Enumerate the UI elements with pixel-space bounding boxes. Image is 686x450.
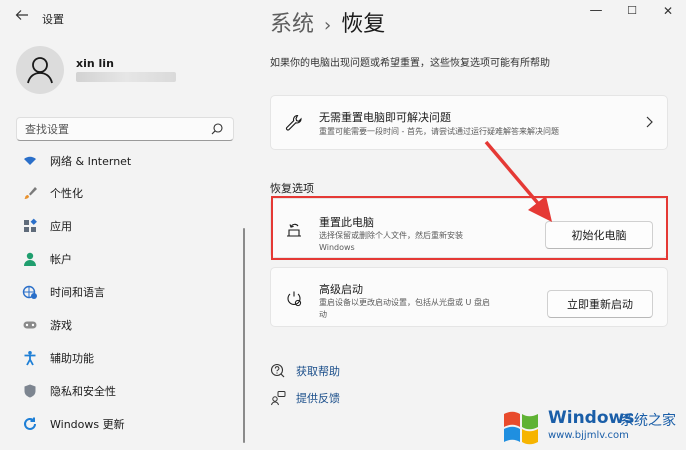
page-description: 如果你的电脑出现问题或希望重置，这些恢复选项可能有所帮助 bbox=[270, 58, 550, 69]
watermark-brand-cn: 系统之家 bbox=[620, 413, 676, 429]
sidebar-scrollbar[interactable] bbox=[243, 228, 245, 443]
sidebar-item-gaming[interactable]: 游戏 bbox=[16, 310, 234, 340]
advanced-startup-desc-line2: 动 bbox=[319, 310, 327, 319]
help-icon bbox=[270, 363, 286, 379]
sidebar-item-label: 游戏 bbox=[50, 319, 72, 332]
sidebar-item-label: Windows 更新 bbox=[50, 418, 125, 431]
watermark: Windows 系统之家 www.bjjmlv.com bbox=[496, 398, 686, 450]
sidebar-item-privacy[interactable]: 隐私和安全性 bbox=[16, 376, 234, 406]
give-feedback-link[interactable]: 提供反馈 bbox=[270, 389, 340, 407]
user-name: xin lin bbox=[76, 57, 114, 70]
network-icon bbox=[22, 153, 38, 169]
advanced-startup-card: 高级启动 重启设备以更改启动设置，包括从光盘或 U 盘启 动 立即重新启动 bbox=[270, 267, 668, 327]
shield-icon bbox=[22, 383, 38, 399]
sidebar-item-label: 隐私和安全性 bbox=[50, 385, 116, 398]
minimize-button[interactable]: — bbox=[578, 2, 614, 22]
user-email-redacted bbox=[76, 72, 176, 82]
advanced-startup-title: 高级启动 bbox=[319, 283, 363, 296]
sidebar-item-network[interactable]: 网络 & Internet bbox=[16, 148, 234, 176]
sidebar-item-label: 辅助功能 bbox=[50, 352, 94, 365]
search-input[interactable] bbox=[25, 121, 205, 137]
accessibility-icon bbox=[22, 350, 38, 366]
maximize-button[interactable]: ☐ bbox=[614, 2, 650, 22]
sidebar-item-label: 帐户 bbox=[50, 253, 72, 266]
watermark-url: www.bjjmlv.com bbox=[548, 430, 629, 441]
give-feedback-label[interactable]: 提供反馈 bbox=[296, 390, 340, 406]
section-title-recovery-options: 恢复选项 bbox=[270, 182, 314, 195]
search-box[interactable] bbox=[16, 117, 234, 141]
sidebar-item-label: 时间和语言 bbox=[50, 286, 105, 299]
fix-problems-card[interactable]: 无需重置电脑即可解决问题 重置可能需要一段时间 - 首先，请尝试通过运行疑难解答… bbox=[270, 95, 668, 150]
advanced-startup-desc-line1: 重启设备以更改启动设置，包括从光盘或 U 盘启 bbox=[319, 298, 490, 307]
avatar[interactable] bbox=[16, 46, 64, 94]
get-help-link[interactable]: 获取帮助 bbox=[270, 362, 340, 380]
breadcrumb-parent[interactable]: 系统 bbox=[270, 12, 314, 37]
sidebar-item-label: 个性化 bbox=[50, 187, 83, 200]
feedback-icon bbox=[270, 390, 286, 406]
restart-now-button[interactable]: 立即重新启动 bbox=[547, 290, 653, 318]
wrench-icon bbox=[285, 114, 303, 132]
apps-icon bbox=[22, 218, 38, 234]
fix-problems-title: 无需重置电脑即可解决问题 bbox=[319, 111, 451, 124]
get-help-label[interactable]: 获取帮助 bbox=[296, 363, 340, 379]
sidebar-item-time-language[interactable]: 时间和语言 bbox=[16, 277, 234, 307]
gamepad-icon bbox=[22, 317, 38, 333]
sidebar-nav: 网络 & Internet 个性化 应用 帐户 时间和语言 游戏 辅助功能 隐私… bbox=[0, 148, 236, 450]
advanced-startup-icon bbox=[285, 290, 303, 308]
chevron-right-icon bbox=[643, 114, 655, 128]
globe-clock-icon bbox=[22, 284, 38, 300]
sidebar-item-apps[interactable]: 应用 bbox=[16, 211, 234, 241]
account-icon bbox=[22, 251, 38, 267]
brush-icon bbox=[22, 185, 38, 201]
windows-logo-icon bbox=[504, 411, 538, 445]
sidebar-item-personalization[interactable]: 个性化 bbox=[16, 178, 234, 208]
fix-problems-desc: 重置可能需要一段时间 - 首先，请尝试通过运行疑难解答来解决问题 bbox=[319, 127, 559, 136]
highlight-box bbox=[271, 196, 668, 260]
sidebar-item-windows-update[interactable]: Windows 更新 bbox=[16, 409, 234, 439]
advanced-startup-desc: 重启设备以更改启动设置，包括从光盘或 U 盘启 动 bbox=[319, 297, 490, 321]
breadcrumb-separator: › bbox=[324, 15, 332, 36]
sidebar-item-label: 网络 & Internet bbox=[50, 155, 132, 168]
back-arrow-icon[interactable] bbox=[12, 8, 32, 28]
close-button[interactable]: ✕ bbox=[650, 2, 686, 22]
app-title: 设置 bbox=[42, 13, 64, 26]
breadcrumb: 系统 › 恢复 bbox=[270, 6, 385, 38]
settings-window: 设置 — ☐ ✕ xin lin 网络 & Internet 个性化 bbox=[0, 0, 686, 450]
sidebar-item-accessibility[interactable]: 辅助功能 bbox=[16, 343, 234, 373]
search-icon[interactable] bbox=[209, 121, 225, 137]
update-icon bbox=[22, 416, 38, 432]
sidebar-item-accounts[interactable]: 帐户 bbox=[16, 244, 234, 274]
sidebar-item-label: 应用 bbox=[50, 220, 72, 233]
page-title: 恢复 bbox=[341, 12, 386, 37]
annotation-arrow-icon bbox=[484, 140, 552, 222]
